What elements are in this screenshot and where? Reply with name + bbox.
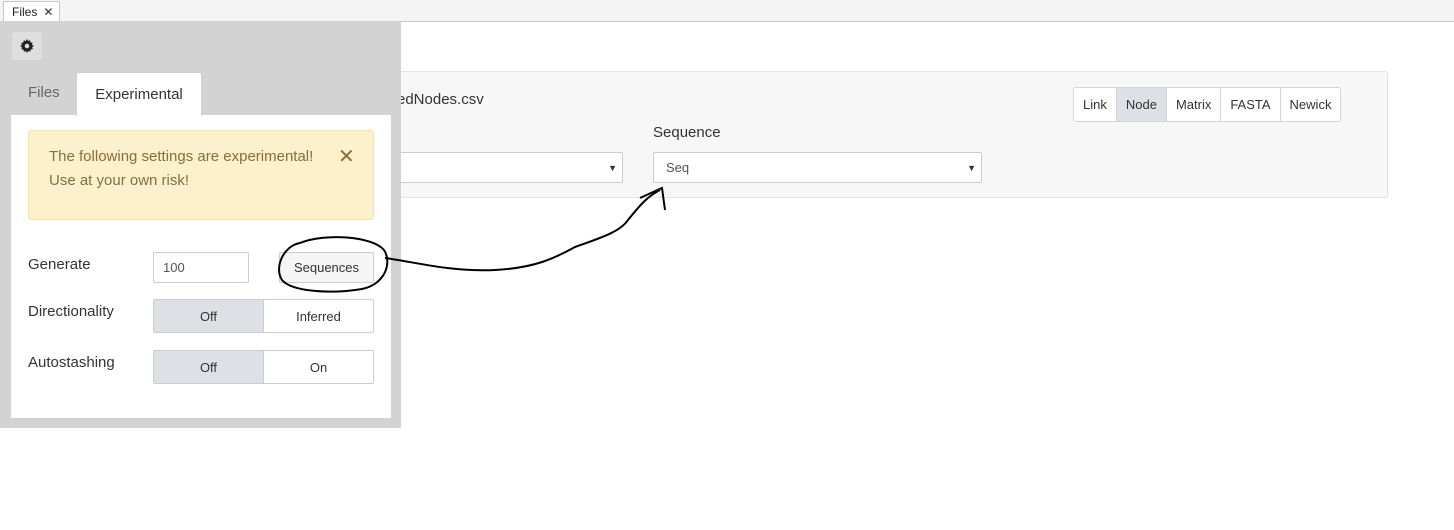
autostashing-on-option[interactable]: On (264, 351, 373, 383)
autostashing-toggle: Off On (153, 350, 374, 384)
settings-button[interactable] (12, 32, 42, 60)
tab-files-window[interactable]: Files ✕ (3, 1, 61, 21)
view-type-group: Link Node Matrix FASTA Newick (1073, 87, 1342, 122)
directionality-label: Directionality (28, 303, 114, 320)
generate-sequences-button[interactable]: Sequences (279, 252, 374, 283)
autostashing-off-option[interactable]: Off (154, 351, 264, 383)
view-link-button[interactable]: Link (1074, 88, 1117, 121)
generate-count-input[interactable]: 100 (153, 252, 249, 283)
gear-icon (20, 39, 34, 53)
tab-experimental[interactable]: Experimental (76, 72, 202, 116)
generate-label: Generate (28, 256, 91, 273)
close-icon[interactable]: ✕ (43, 5, 53, 19)
sequence-select-value: Seq (666, 160, 690, 175)
view-fasta-button[interactable]: FASTA (1221, 88, 1281, 121)
directionality-inferred-option[interactable]: Inferred (264, 300, 373, 332)
view-newick-button[interactable]: Newick (1281, 88, 1341, 121)
tab-bar: Files ✕ (0, 0, 1454, 22)
experimental-warning-alert: The following settings are experimental!… (28, 130, 374, 220)
close-icon[interactable]: ✕ (338, 147, 355, 167)
file-name: edNodes.csv (397, 91, 484, 108)
view-matrix-button[interactable]: Matrix (1167, 88, 1222, 121)
sequence-select[interactable]: Seq ▼ (653, 152, 982, 183)
view-node-button[interactable]: Node (1116, 88, 1167, 121)
autostashing-label: Autostashing (28, 354, 115, 371)
directionality-off-option[interactable]: Off (154, 300, 264, 332)
tab-label: Files (12, 4, 38, 19)
caret-down-icon: ▼ (608, 163, 617, 173)
directionality-toggle: Off Inferred (153, 299, 374, 333)
caret-down-icon: ▼ (967, 163, 976, 173)
alert-text: The following settings are experimental!… (49, 148, 314, 189)
sequence-label: Sequence (653, 124, 721, 141)
annotation-arrow-line (384, 189, 661, 272)
tab-files[interactable]: Files (28, 84, 60, 101)
